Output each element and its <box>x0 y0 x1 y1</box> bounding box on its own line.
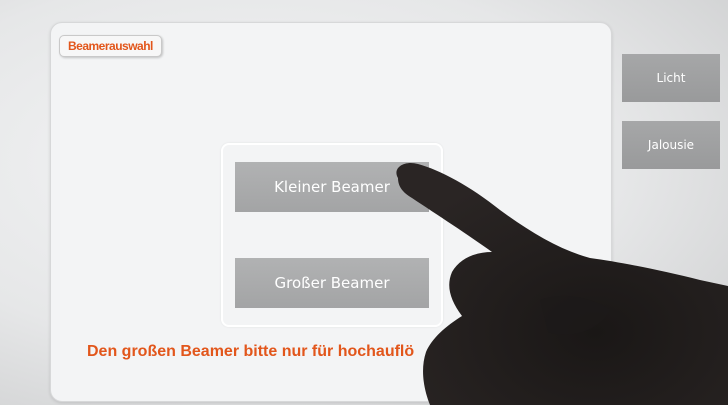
panel-title: Beamerauswahl <box>59 35 162 57</box>
touch-screen: Beamerauswahl Kleiner Beamer Großer Beam… <box>0 0 728 405</box>
beamer-button-group: Kleiner Beamer Großer Beamer <box>221 143 443 327</box>
light-button[interactable]: Licht <box>622 54 720 102</box>
blinds-button[interactable]: Jalousie <box>622 121 720 169</box>
small-beamer-button[interactable]: Kleiner Beamer <box>235 162 429 212</box>
beamer-selection-panel: Beamerauswahl Kleiner Beamer Großer Beam… <box>50 22 612 402</box>
usage-notice: Den großen Beamer bitte nur für hochaufl… <box>87 343 415 360</box>
large-beamer-button[interactable]: Großer Beamer <box>235 258 429 308</box>
